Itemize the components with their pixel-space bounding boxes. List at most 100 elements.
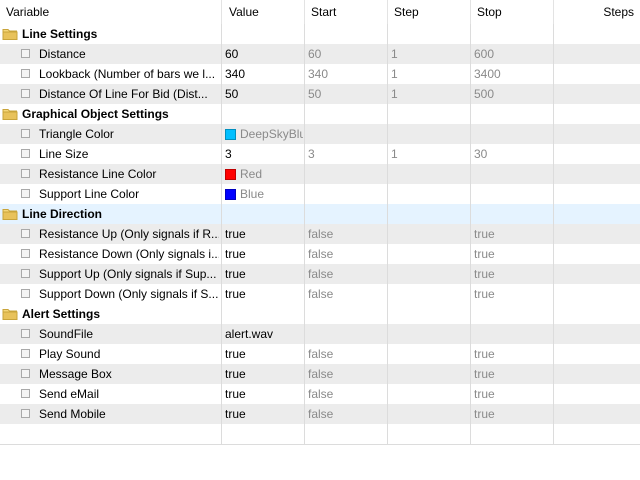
- parameter-row[interactable]: Send eMail true false true: [0, 384, 640, 404]
- optimize-checkbox[interactable]: [21, 69, 30, 78]
- column-divider[interactable]: [553, 0, 554, 24]
- parameter-start[interactable]: false: [308, 224, 386, 244]
- group-header-row[interactable]: Line Settings: [0, 24, 640, 44]
- parameter-stop[interactable]: [474, 124, 552, 144]
- group-header-row[interactable]: Alert Settings: [0, 304, 640, 324]
- optimize-checkbox[interactable]: [21, 269, 30, 278]
- optimize-checkbox[interactable]: [21, 249, 30, 258]
- parameter-start[interactable]: false: [308, 384, 386, 404]
- optimize-checkbox[interactable]: [21, 369, 30, 378]
- parameter-value-cell[interactable]: true: [225, 284, 303, 304]
- parameter-start[interactable]: false: [308, 404, 386, 424]
- parameter-value-cell[interactable]: true: [225, 244, 303, 264]
- parameter-row[interactable]: Resistance Line Color Red: [0, 164, 640, 184]
- parameter-step[interactable]: 1: [391, 84, 469, 104]
- parameter-value-cell[interactable]: true: [225, 264, 303, 284]
- parameter-step[interactable]: [391, 244, 469, 264]
- parameter-start[interactable]: false: [308, 344, 386, 364]
- parameter-step[interactable]: [391, 404, 469, 424]
- parameter-row[interactable]: Support Down (Only signals if S... true fa…: [0, 284, 640, 304]
- parameter-start[interactable]: 60: [308, 44, 386, 64]
- column-start[interactable]: Start: [311, 0, 381, 24]
- column-steps[interactable]: Steps: [556, 0, 634, 24]
- parameter-start[interactable]: false: [308, 264, 386, 284]
- parameter-step[interactable]: 1: [391, 64, 469, 84]
- column-divider[interactable]: [387, 0, 388, 24]
- parameter-step[interactable]: 1: [391, 44, 469, 64]
- parameter-row[interactable]: Send Mobile true false true: [0, 404, 640, 424]
- parameter-stop[interactable]: [474, 324, 552, 344]
- parameter-stop[interactable]: true: [474, 264, 552, 284]
- parameter-row[interactable]: Play Sound true false true: [0, 344, 640, 364]
- parameter-stop[interactable]: true: [474, 284, 552, 304]
- parameter-start[interactable]: 3: [308, 144, 386, 164]
- parameter-start[interactable]: 50: [308, 84, 386, 104]
- parameter-stop[interactable]: [474, 164, 552, 184]
- parameter-row[interactable]: Line Size 3 3 1 30: [0, 144, 640, 164]
- optimize-checkbox[interactable]: [21, 189, 30, 198]
- parameter-step[interactable]: [391, 124, 469, 144]
- parameter-value-cell[interactable]: Blue: [225, 184, 303, 204]
- parameter-row[interactable]: Support Up (Only signals if Sup... true fa…: [0, 264, 640, 284]
- parameter-value-cell[interactable]: true: [225, 384, 303, 404]
- parameter-start[interactable]: [308, 124, 386, 144]
- optimize-checkbox[interactable]: [21, 289, 30, 298]
- optimize-checkbox[interactable]: [21, 49, 30, 58]
- parameter-stop[interactable]: true: [474, 384, 552, 404]
- optimize-checkbox[interactable]: [21, 89, 30, 98]
- parameter-start[interactable]: false: [308, 244, 386, 264]
- parameter-row[interactable]: Distance Of Line For Bid (Dist... 50 50 1 50…: [0, 84, 640, 104]
- parameter-value-cell[interactable]: true: [225, 344, 303, 364]
- optimize-checkbox[interactable]: [21, 169, 30, 178]
- optimize-checkbox[interactable]: [21, 349, 30, 358]
- parameter-start[interactable]: [308, 164, 386, 184]
- parameter-step[interactable]: [391, 164, 469, 184]
- parameter-stop[interactable]: 3400: [474, 64, 552, 84]
- parameter-start[interactable]: 340: [308, 64, 386, 84]
- parameter-stop[interactable]: true: [474, 404, 552, 424]
- optimize-checkbox[interactable]: [21, 389, 30, 398]
- column-divider[interactable]: [470, 0, 471, 24]
- parameter-stop[interactable]: true: [474, 224, 552, 244]
- parameter-value-cell[interactable]: 50: [225, 84, 303, 104]
- parameter-step[interactable]: [391, 384, 469, 404]
- parameter-row[interactable]: SoundFile alert.wav: [0, 324, 640, 344]
- parameter-step[interactable]: [391, 284, 469, 304]
- parameter-value-cell[interactable]: 3: [225, 144, 303, 164]
- parameter-value-cell[interactable]: alert.wav: [225, 324, 303, 344]
- group-header-row[interactable]: Graphical Object Settings: [0, 104, 640, 124]
- parameter-stop[interactable]: true: [474, 344, 552, 364]
- optimize-checkbox[interactable]: [21, 229, 30, 238]
- parameter-start[interactable]: false: [308, 364, 386, 384]
- parameter-value-cell[interactable]: true: [225, 364, 303, 384]
- parameter-value-cell[interactable]: 340: [225, 64, 303, 84]
- column-step[interactable]: Step: [394, 0, 464, 24]
- parameter-row[interactable]: Resistance Up (Only signals if R... true f…: [0, 224, 640, 244]
- parameter-stop[interactable]: 600: [474, 44, 552, 64]
- parameter-start[interactable]: [308, 324, 386, 344]
- parameter-step[interactable]: [391, 224, 469, 244]
- column-divider[interactable]: [304, 0, 305, 24]
- parameter-row[interactable]: Resistance Down (Only signals i... true fa…: [0, 244, 640, 264]
- optimize-checkbox[interactable]: [21, 149, 30, 158]
- parameter-step[interactable]: [391, 184, 469, 204]
- parameter-start[interactable]: false: [308, 284, 386, 304]
- parameter-step[interactable]: 1: [391, 144, 469, 164]
- parameter-start[interactable]: [308, 184, 386, 204]
- parameter-step[interactable]: [391, 364, 469, 384]
- optimize-checkbox[interactable]: [21, 129, 30, 138]
- parameter-value-cell[interactable]: DeepSkyBlue: [225, 124, 303, 144]
- parameter-row[interactable]: Support Line Color Blue: [0, 184, 640, 204]
- parameter-value-cell[interactable]: true: [225, 404, 303, 424]
- parameter-stop[interactable]: 30: [474, 144, 552, 164]
- optimize-checkbox[interactable]: [21, 329, 30, 338]
- parameter-value-cell[interactable]: true: [225, 224, 303, 244]
- parameter-step[interactable]: [391, 324, 469, 344]
- parameter-step[interactable]: [391, 264, 469, 284]
- parameter-row[interactable]: Message Box true false true: [0, 364, 640, 384]
- parameter-value-cell[interactable]: Red: [225, 164, 303, 184]
- optimize-checkbox[interactable]: [21, 409, 30, 418]
- parameter-stop[interactable]: true: [474, 364, 552, 384]
- group-header-row[interactable]: Line Direction: [0, 204, 640, 224]
- column-divider[interactable]: [221, 0, 222, 24]
